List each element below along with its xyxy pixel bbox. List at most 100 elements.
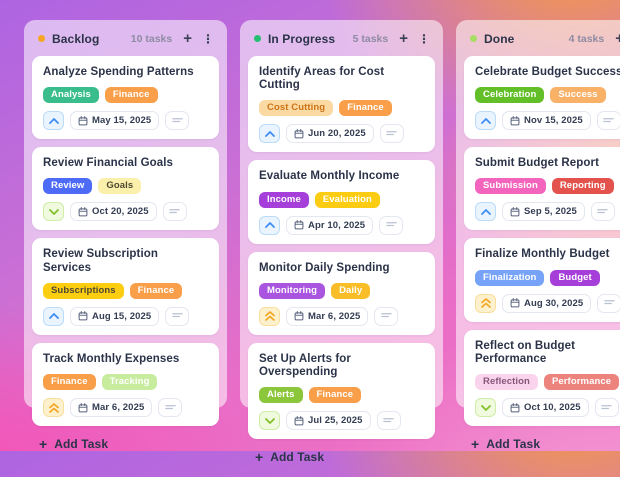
tag: Review [43,178,92,194]
card-footer: Jun 20, 2025 [259,124,424,143]
tag-row: Monitoring Daily [259,283,424,299]
calendar-icon [294,129,304,139]
column-menu-button[interactable]: ⋮ [418,33,430,45]
description-chip [165,307,189,326]
task-card[interactable]: Identify Areas for Cost Cutting Cost Cut… [248,56,435,152]
tag: Finance [339,100,392,116]
column-header: Backlog 10 tasks + ⋮ [24,20,227,54]
tag: Daily [331,283,370,299]
due-date-chip: Oct 10, 2025 [502,398,589,417]
description-chip [597,111,620,130]
add-task-button[interactable]: + Add Task [24,426,227,464]
tag: Finance [105,87,158,103]
task-card[interactable]: Finalize Monthly Budget Finalization Bud… [464,238,620,321]
due-date: May 15, 2025 [92,115,151,126]
column-backlog: Backlog 10 tasks + ⋮ Analyze Spending Pa… [24,20,227,408]
priority-badge [475,398,496,417]
calendar-icon [510,116,520,126]
task-title: Reflect on Budget Performance [475,340,620,366]
description-icon [383,417,394,425]
priority-badge [259,307,280,326]
task-card[interactable]: Evaluate Monthly Income Income Evaluatio… [248,160,435,243]
column-done: Done 4 tasks + ⋮ Celebrate Budget Succes… [456,20,620,408]
due-date-chip: Nov 15, 2025 [502,111,591,130]
double-chevron-up-icon [481,298,491,308]
calendar-icon [78,311,88,321]
task-title: Review Subscription Services [43,248,208,274]
tag: Subscriptions [43,283,124,299]
card-list: Identify Areas for Cost Cutting Cost Cut… [240,54,443,439]
tag-row: Submission Reporting [475,178,620,194]
task-card[interactable]: Monitor Daily Spending Monitoring Daily … [248,252,435,335]
due-date-chip: Mar 6, 2025 [286,307,368,326]
description-chip [380,124,404,143]
column-menu-button[interactable]: ⋮ [202,33,214,45]
tag: Success [550,87,605,103]
column-task-count: 4 tasks [569,33,605,45]
chevron-down-icon [49,209,59,215]
description-icon [381,312,392,320]
task-card[interactable]: Review Subscription Services Subscriptio… [32,238,219,334]
card-footer: Nov 15, 2025 [475,111,620,130]
task-title: Set Up Alerts for Overspending [259,353,424,379]
tag: Finance [43,374,96,390]
task-card[interactable]: Reflect on Budget Performance Reflection… [464,330,620,426]
chevron-down-icon [481,405,491,411]
column-title: In Progress [268,32,335,46]
calendar-icon [510,207,520,217]
chevron-up-icon [49,313,59,319]
due-date-chip: Sep 5, 2025 [502,202,585,221]
kebab-menu-icon: ⋮ [202,33,214,45]
task-card[interactable]: Set Up Alerts for Overspending Alerts Fi… [248,343,435,439]
due-date: Mar 6, 2025 [308,311,360,322]
add-card-button[interactable]: + [399,31,408,46]
tag: Finalization [475,270,544,286]
task-card[interactable]: Submit Budget Report Submission Reportin… [464,147,620,230]
tag-row: Finalization Budget [475,270,620,286]
calendar-icon [78,207,88,217]
add-task-button[interactable]: + Add Task [240,439,443,477]
tag: Cost Cutting [259,100,333,116]
tag: Reporting [552,178,614,194]
kebab-menu-icon: ⋮ [418,33,430,45]
priority-badge [43,111,64,130]
add-card-button[interactable]: + [615,31,620,46]
task-card[interactable]: Track Monthly Expenses Finance Tracking … [32,343,219,426]
calendar-icon [294,416,304,426]
task-title: Review Financial Goals [43,157,208,170]
calendar-icon [510,403,520,413]
column-in-progress: In Progress 5 tasks + ⋮ Identify Areas f… [240,20,443,408]
due-date-chip: Jun 20, 2025 [286,124,374,143]
tag-row: Reflection Performance [475,374,620,390]
description-icon [386,221,397,229]
due-date-chip: Jul 25, 2025 [286,411,371,430]
tag: Tracking [102,374,158,390]
add-task-button[interactable]: + Add Task [456,426,620,464]
status-dot [254,35,261,42]
card-footer: Oct 10, 2025 [475,398,620,417]
task-card[interactable]: Analyze Spending Patterns Analysis Finan… [32,56,219,139]
add-card-button[interactable]: + [183,31,192,46]
column-task-count: 5 tasks [353,33,389,45]
priority-badge [259,411,280,430]
double-chevron-up-icon [265,311,275,321]
card-footer: Mar 6, 2025 [43,398,208,417]
tag: Income [259,192,309,208]
description-chip [379,216,403,235]
calendar-icon [78,116,88,126]
task-title: Finalize Monthly Budget [475,248,620,261]
chevron-up-icon [481,209,491,215]
task-card[interactable]: Celebrate Budget Success Celebration Suc… [464,56,620,139]
tag: Analysis [43,87,99,103]
due-date: Nov 15, 2025 [524,115,583,126]
tag: Budget [550,270,599,286]
card-footer: Aug 15, 2025 [43,307,208,326]
column-header: Done 4 tasks + ⋮ [456,20,620,54]
tag: Finance [130,283,183,299]
kanban-board: Backlog 10 tasks + ⋮ Analyze Spending Pa… [24,20,620,408]
tag-row: Subscriptions Finance [43,283,208,299]
add-task-label: Add Task [486,437,540,451]
task-card[interactable]: Review Financial Goals Review Goals Oct … [32,147,219,230]
double-chevron-up-icon [49,403,59,413]
column-title: Backlog [52,32,99,46]
